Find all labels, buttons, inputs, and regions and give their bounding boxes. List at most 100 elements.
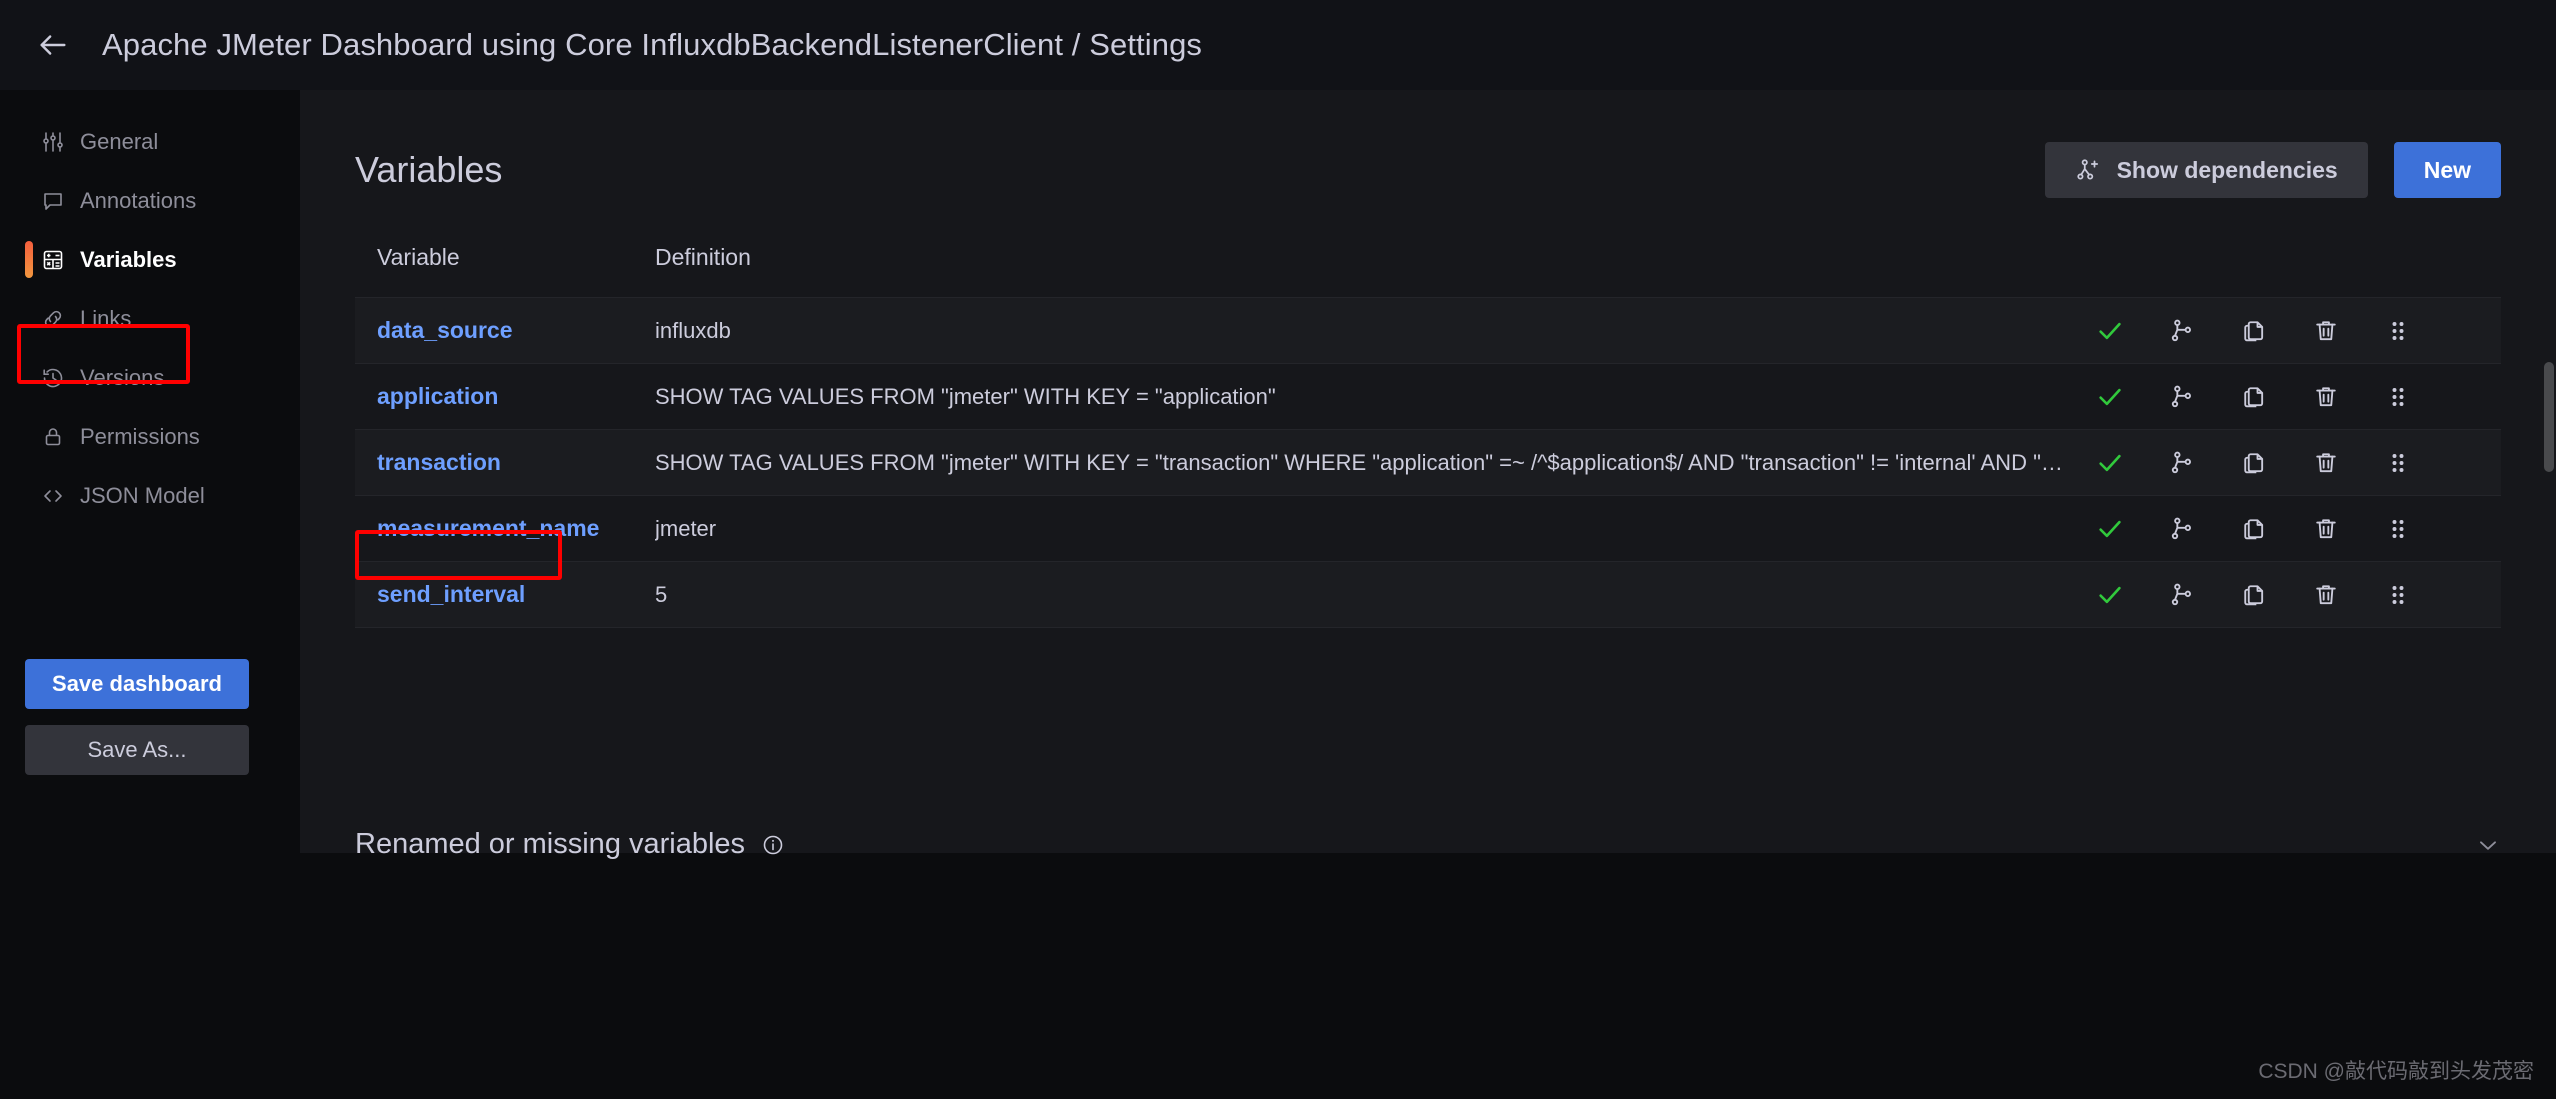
- settings-sidebar: General Annotations Variables Links Vers…: [0, 90, 300, 1099]
- variable-link[interactable]: transaction: [355, 449, 501, 476]
- panel-header: Variables Show dependencies New: [355, 142, 2501, 198]
- dependency-graph-icon[interactable]: [2167, 382, 2197, 412]
- cell-variable: transaction: [355, 429, 655, 496]
- variables-table: Variable Definition data_source influxdb: [355, 244, 2501, 628]
- check-icon[interactable]: [2095, 580, 2125, 610]
- sidebar-item-label: Versions: [80, 364, 165, 390]
- panel-title: Variables: [355, 149, 503, 190]
- cell-definition: SHOW TAG VALUES FROM "jmeter" WITH KEY =…: [655, 363, 2081, 430]
- cell-actions: [2081, 429, 2501, 496]
- check-icon[interactable]: [2095, 448, 2125, 478]
- drag-handle-icon[interactable]: [2383, 448, 2413, 478]
- show-dependencies-button[interactable]: Show dependencies: [2044, 142, 2368, 198]
- cell-definition: influxdb: [655, 297, 2081, 364]
- table-row[interactable]: transaction SHOW TAG VALUES FROM "jmeter…: [355, 429, 2501, 496]
- drag-handle-icon[interactable]: [2383, 514, 2413, 544]
- sidebar-item-permissions[interactable]: Permissions: [0, 407, 300, 466]
- drag-handle-icon[interactable]: [2383, 382, 2413, 412]
- trash-icon[interactable]: [2311, 580, 2341, 610]
- check-icon[interactable]: [2095, 316, 2125, 346]
- sidebar-item-label: Links: [80, 305, 132, 331]
- definition-text: jmeter: [655, 515, 717, 541]
- column-header-actions: [2081, 244, 2501, 298]
- sidebar-item-links[interactable]: Links: [0, 289, 300, 348]
- save-dashboard-button[interactable]: Save dashboard: [25, 659, 249, 709]
- panel-scrollbar[interactable]: [2544, 362, 2554, 472]
- variable-link[interactable]: data_source: [355, 317, 513, 344]
- comment-icon: [40, 188, 66, 214]
- panel-actions: Show dependencies New: [2044, 142, 2501, 198]
- cell-definition: 5: [655, 561, 2081, 628]
- save-as-button[interactable]: Save As...: [25, 725, 249, 775]
- duplicate-icon[interactable]: [2239, 580, 2269, 610]
- back-button[interactable]: [30, 22, 76, 68]
- arrow-left-icon: [40, 35, 66, 55]
- dependency-graph-icon[interactable]: [2167, 580, 2197, 610]
- variable-link[interactable]: send_interval: [355, 581, 525, 608]
- dependency-graph-icon[interactable]: [2167, 316, 2197, 346]
- column-header-variable: Variable: [377, 244, 460, 270]
- cell-variable: data_source: [355, 297, 655, 364]
- sidebar-item-label: Annotations: [80, 187, 197, 213]
- duplicate-icon[interactable]: [2239, 514, 2269, 544]
- renamed-missing-variables-section[interactable]: Renamed or missing variables: [355, 828, 2501, 861]
- variable-link[interactable]: application: [355, 383, 498, 410]
- watermark: CSDN @敲代码敲到头发茂密: [2258, 1060, 2534, 1083]
- page-title: Apache JMeter Dashboard using Core Influ…: [102, 27, 1203, 62]
- history-icon: [40, 365, 66, 391]
- duplicate-icon[interactable]: [2239, 448, 2269, 478]
- sidebar-item-variables[interactable]: Variables: [0, 230, 300, 289]
- duplicate-icon[interactable]: [2239, 316, 2269, 346]
- row-actions: [2081, 514, 2501, 544]
- dependency-graph-icon[interactable]: [2167, 514, 2197, 544]
- sidebar-item-json-model[interactable]: JSON Model: [0, 466, 300, 525]
- top-bar: Apache JMeter Dashboard using Core Influ…: [0, 0, 2556, 90]
- check-icon[interactable]: [2095, 514, 2125, 544]
- code-icon: [40, 483, 66, 509]
- variable-link[interactable]: measurement_name: [355, 515, 599, 542]
- table-row[interactable]: data_source influxdb: [355, 297, 2501, 364]
- cell-definition: jmeter: [655, 495, 2081, 562]
- sidebar-item-annotations[interactable]: Annotations: [0, 171, 300, 230]
- cell-variable: send_interval: [355, 561, 655, 628]
- cell-variable: measurement_name: [355, 495, 655, 562]
- table-head: Variable Definition: [355, 244, 2501, 298]
- chevron-down-icon[interactable]: [2475, 832, 2501, 858]
- table-row[interactable]: application SHOW TAG VALUES FROM "jmeter…: [355, 363, 2501, 430]
- drag-handle-icon[interactable]: [2383, 316, 2413, 346]
- definition-text: 5: [655, 581, 668, 607]
- trash-icon[interactable]: [2311, 448, 2341, 478]
- sidebar-item-label: Variables: [80, 246, 177, 272]
- row-actions: [2081, 382, 2501, 412]
- cell-definition: SHOW TAG VALUES FROM "jmeter" WITH KEY =…: [655, 429, 2081, 496]
- trash-icon[interactable]: [2311, 382, 2341, 412]
- cell-actions: [2081, 363, 2501, 430]
- row-actions: [2081, 448, 2501, 478]
- sidebar-item-label: General: [80, 128, 159, 154]
- body-wrapper: General Annotations Variables Links Vers…: [0, 90, 2556, 1099]
- trash-icon[interactable]: [2311, 514, 2341, 544]
- info-circle-icon[interactable]: [761, 833, 785, 857]
- dependency-graph-icon: [2076, 159, 2098, 180]
- cell-variable: application: [355, 363, 655, 430]
- cell-actions: [2081, 561, 2501, 628]
- table-row[interactable]: measurement_name jmeter: [355, 495, 2501, 562]
- sidebar-item-versions[interactable]: Versions: [0, 348, 300, 407]
- calculator-icon: [40, 247, 66, 273]
- sidebar-item-label: Permissions: [80, 423, 200, 449]
- sidebar-actions: Save dashboard Save As...: [25, 659, 249, 775]
- trash-icon[interactable]: [2311, 316, 2341, 346]
- definition-text: SHOW TAG VALUES FROM "jmeter" WITH KEY =…: [655, 383, 1276, 409]
- check-icon[interactable]: [2095, 382, 2125, 412]
- duplicate-icon[interactable]: [2239, 382, 2269, 412]
- definition-text: SHOW TAG VALUES FROM "jmeter" WITH KEY =…: [655, 449, 2081, 475]
- link-icon: [40, 306, 66, 332]
- sidebar-item-general[interactable]: General: [0, 112, 300, 171]
- lock-icon: [40, 424, 66, 450]
- definition-text: influxdb: [655, 317, 731, 343]
- renamed-section-left: Renamed or missing variables: [355, 828, 785, 861]
- table-row[interactable]: send_interval 5: [355, 561, 2501, 628]
- dependency-graph-icon[interactable]: [2167, 448, 2197, 478]
- new-variable-button[interactable]: New: [2393, 142, 2501, 198]
- drag-handle-icon[interactable]: [2383, 580, 2413, 610]
